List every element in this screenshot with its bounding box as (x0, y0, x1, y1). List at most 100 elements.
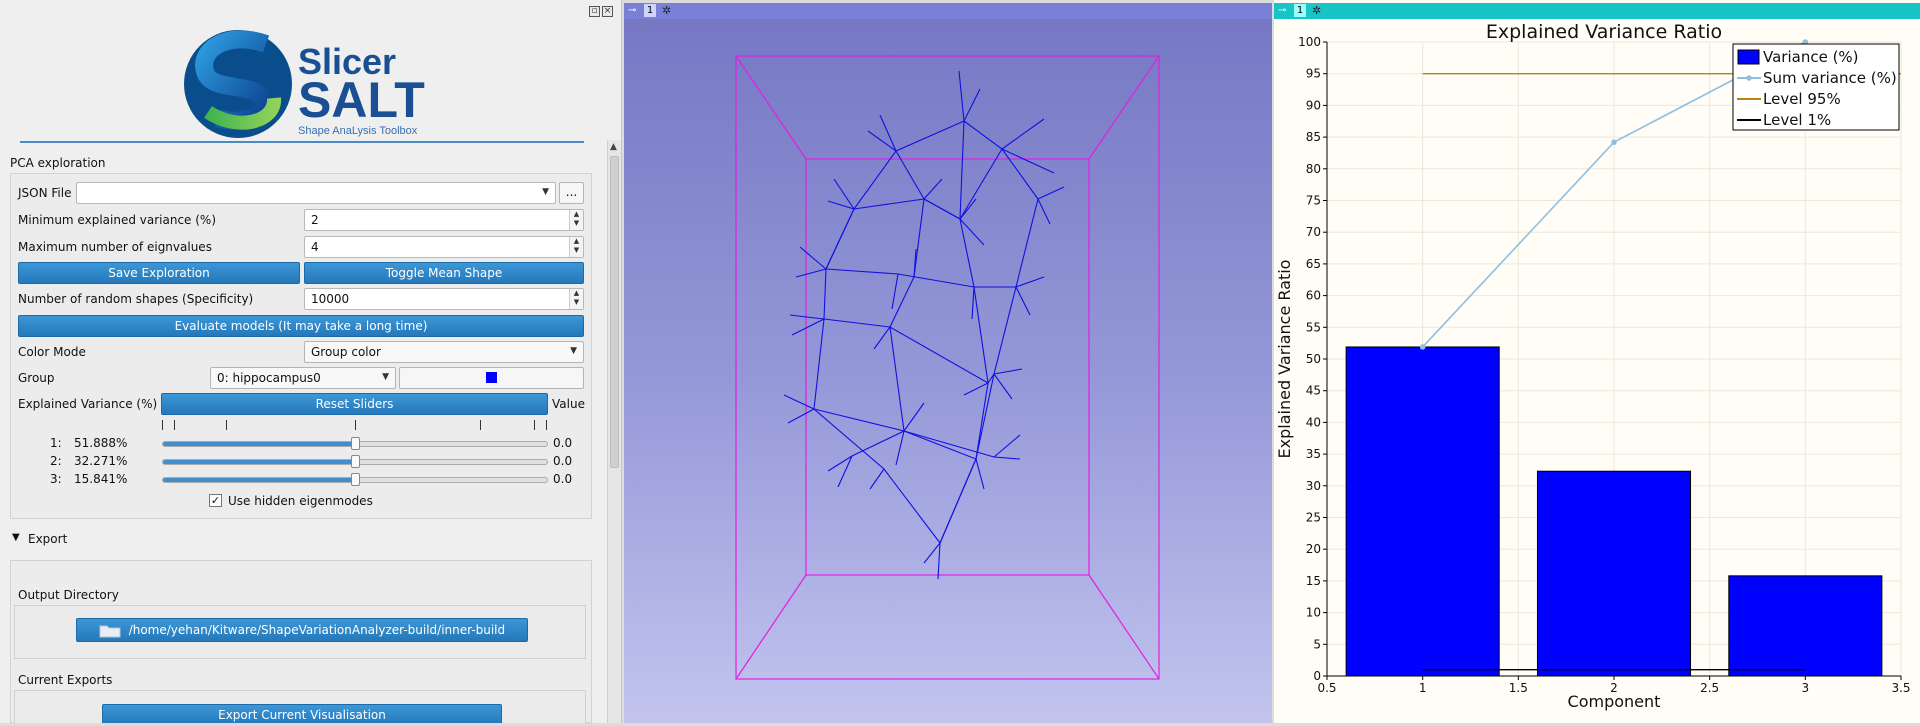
group-combo[interactable]: 0: hippocampus0 ▼ (210, 367, 396, 389)
legend-swatch-point (1746, 75, 1752, 81)
scroll-up-icon[interactable]: ▲ (610, 142, 617, 152)
pc-variance-percent: 15.841% (74, 472, 128, 486)
pc-slider-row: 2: 32.271% 0.0 (40, 454, 600, 470)
variance-bar (1728, 575, 1883, 677)
pc-slider-handle[interactable] (351, 473, 360, 486)
use-hidden-checkbox[interactable]: ✓ (209, 494, 222, 507)
pc-slider-handle[interactable] (351, 437, 360, 450)
pin-icon[interactable]: ⊸ (628, 5, 636, 16)
pc-slider-row: 3: 15.841% 0.0 (40, 472, 600, 488)
random-shapes-label: Number of random shapes (Specificity) (18, 292, 254, 306)
pc-index: 3: (50, 472, 62, 486)
series-point (1611, 139, 1617, 145)
logo-separator (20, 141, 584, 143)
float-icon[interactable]: ▫ (589, 6, 600, 17)
view-number: 1 (644, 4, 656, 17)
pc-index: 1: (50, 436, 62, 450)
spin-arrows-icon[interactable]: ▲ ▼ (569, 237, 583, 257)
y-tick-label: 70 (1306, 225, 1321, 239)
3d-view[interactable]: ⊸ 1 ✲ (624, 0, 1272, 723)
y-tick-label: 90 (1306, 98, 1321, 112)
slicersalt-logo: Slicer SALT Shape AnaLysis Toolbox (184, 30, 425, 138)
3d-scene[interactable] (624, 19, 1272, 723)
series-point (1419, 344, 1426, 350)
expand-arrow-icon[interactable]: ▼ (12, 532, 20, 543)
dock-buttons: ▫ × (589, 6, 613, 17)
y-tick-label: 65 (1306, 257, 1321, 271)
pc-variance-percent: 51.888% (74, 436, 128, 450)
panel-scrollbar[interactable]: ▲ (607, 140, 621, 723)
use-hidden-label: Use hidden eigenmodes (228, 494, 373, 508)
variance-bar (1536, 470, 1692, 677)
explained-variance-label: Explained Variance (%) (18, 397, 158, 411)
pin-icon[interactable]: ⊸ (1278, 5, 1286, 16)
logo-tagline: Shape AnaLysis Toolbox (298, 125, 418, 137)
y-tick-label: 45 (1306, 384, 1321, 398)
gear-icon[interactable]: ✲ (1312, 4, 1321, 17)
y-tick-label: 80 (1306, 162, 1321, 176)
3d-view-controller-bar: ⊸ 1 ✲ (624, 3, 1272, 19)
pc-value: 0.0 (553, 454, 573, 468)
y-tick-label: 20 (1306, 542, 1321, 556)
slicer-app: ▫ × Slicer SALT Shape AnaLysis Toolbox ▲ (0, 0, 1920, 723)
plot-view-controller-bar: ⊸ 1 ✲ (1274, 3, 1920, 19)
y-tick-label: 50 (1306, 352, 1321, 366)
pc-slider-handle[interactable] (351, 455, 360, 468)
export-visualisation-button[interactable]: Export Current Visualisation (102, 704, 502, 723)
group-color-button[interactable] (399, 367, 584, 389)
variance-bar (1345, 346, 1500, 677)
legend-label: Level 95% (1763, 90, 1841, 108)
spin-arrows-icon[interactable]: ▲ ▼ (569, 210, 583, 230)
scroll-thumb[interactable] (610, 156, 619, 468)
json-file-combo[interactable]: ▼ (76, 182, 556, 204)
y-tick-label: 5 (1313, 637, 1321, 651)
pca-section-title: PCA exploration (10, 156, 106, 170)
chevron-down-icon: ▼ (382, 372, 389, 382)
chevron-down-icon: ▼ (570, 346, 577, 356)
color-mode-combo[interactable]: Group color ▼ (304, 341, 584, 363)
legend-label: Sum variance (%) (1763, 69, 1897, 87)
group-label: Group (18, 371, 55, 385)
y-tick-label: 85 (1306, 130, 1321, 144)
current-exports-label: Current Exports (18, 673, 113, 687)
shape-mesh (783, 70, 1065, 580)
x-tick-label: 3.5 (1891, 681, 1910, 695)
evaluate-models-button[interactable]: Evaluate models (It may take a long time… (18, 315, 584, 337)
gear-icon[interactable]: ✲ (662, 4, 671, 17)
min-variance-spinbox[interactable]: 2 ▲ ▼ (304, 209, 584, 231)
spin-arrows-icon[interactable]: ▲ ▼ (569, 289, 583, 309)
x-tick-label: 1.5 (1509, 681, 1528, 695)
toggle-mean-shape-button[interactable]: Toggle Mean Shape (304, 262, 584, 284)
browse-json-button[interactable]: ... (559, 182, 584, 204)
y-tick-label: 100 (1298, 35, 1321, 49)
random-shapes-spinbox[interactable]: 10000 ▲ ▼ (304, 288, 584, 310)
slider-ticks (162, 420, 548, 432)
plot-view[interactable]: ⊸ 1 ✲ 0 5 10 15 20 25 30 35 40 45 50 55 60 65 70 75 80 85… (1274, 0, 1920, 723)
group-color-swatch (486, 372, 497, 383)
x-tick-label: 0.5 (1317, 681, 1336, 695)
chart-title: Explained Variance Ratio (1486, 21, 1722, 43)
y-tick-label: 55 (1306, 320, 1321, 334)
3d-render (735, 55, 1160, 680)
y-tick-label: 15 (1306, 574, 1321, 588)
bounding-box (735, 55, 1160, 680)
folder-icon (99, 625, 121, 637)
x-axis-label: Component (1568, 692, 1661, 711)
pc-variance-percent: 32.271% (74, 454, 128, 468)
y-tick-label: 25 (1306, 511, 1321, 525)
value-header: Value (552, 397, 585, 411)
x-tick-label: 1 (1419, 681, 1427, 695)
color-mode-label: Color Mode (18, 345, 86, 359)
max-eigen-label: Maximum number of eignvalues (18, 240, 212, 254)
close-icon[interactable]: × (602, 6, 613, 17)
legend-swatch (1737, 49, 1760, 65)
output-directory-path: /home/yehan/Kitware/ShapeVariationAnalyz… (128, 623, 506, 637)
output-directory-button[interactable]: /home/yehan/Kitware/ShapeVariationAnalyz… (76, 618, 528, 642)
y-tick-label: 40 (1306, 415, 1321, 429)
x-tick-label: 2.5 (1700, 681, 1719, 695)
save-exploration-button[interactable]: Save Exploration (18, 262, 300, 284)
max-eigen-spinbox[interactable]: 4 ▲ ▼ (304, 236, 584, 258)
chevron-down-icon: ▼ (542, 187, 549, 197)
reset-sliders-button[interactable]: Reset Sliders (161, 393, 548, 415)
legend-label: Variance (%) (1763, 48, 1859, 66)
